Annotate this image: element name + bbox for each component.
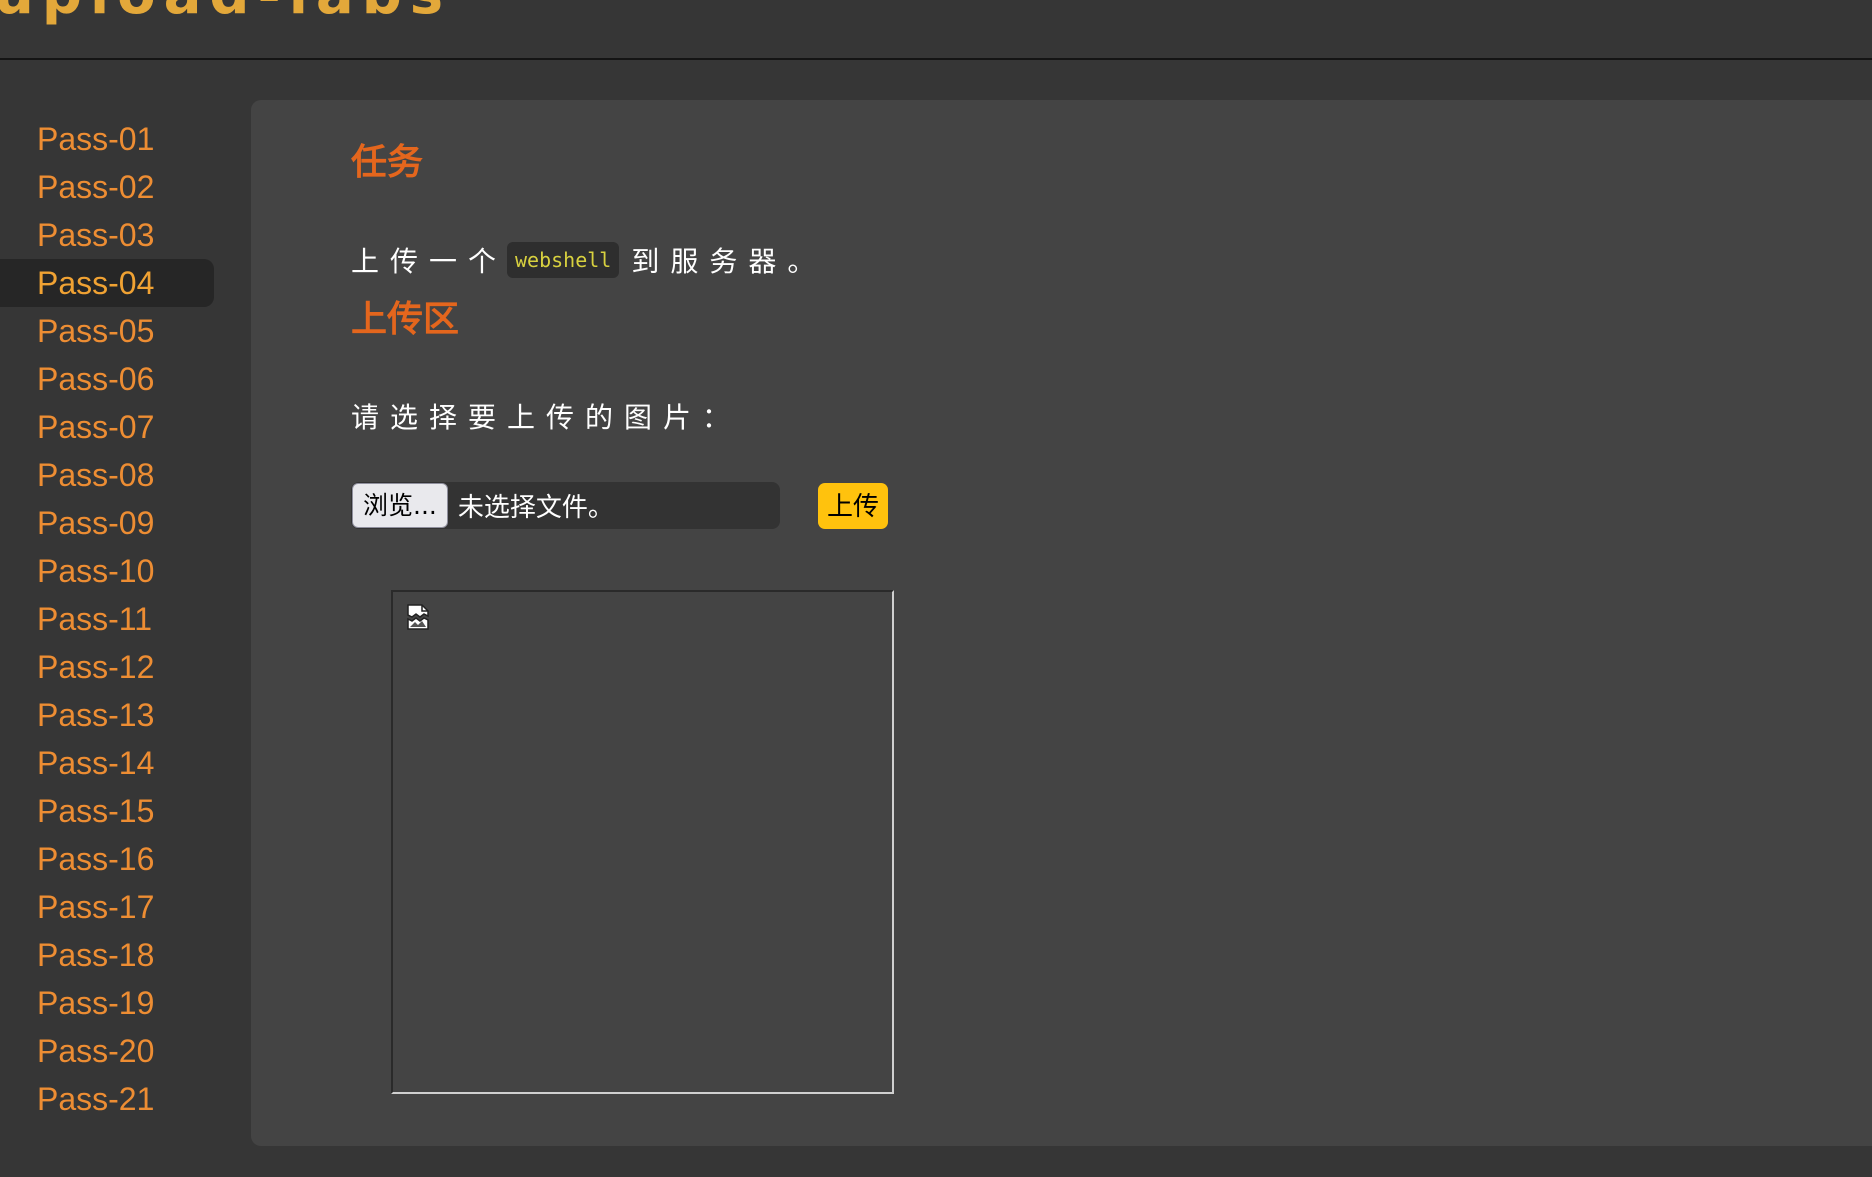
sidebar-item-pass-20[interactable]: Pass-20 — [0, 1027, 214, 1075]
image-preview — [391, 590, 894, 1094]
sidebar-item-pass-19[interactable]: Pass-19 — [0, 979, 214, 1027]
broken-image-icon — [407, 604, 429, 630]
upload-button[interactable]: 上传 — [818, 483, 888, 529]
sidebar-item-pass-17[interactable]: Pass-17 — [0, 883, 214, 931]
task-text-prefix: 上传一个 — [351, 245, 508, 278]
sidebar-item-pass-08[interactable]: Pass-08 — [0, 451, 214, 499]
select-image-label: 请选择要上传的图片： — [351, 401, 742, 434]
sidebar-item-pass-05[interactable]: Pass-05 — [0, 307, 214, 355]
webshell-code: webshell — [507, 242, 620, 278]
sidebar-item-pass-01[interactable]: Pass-01 — [0, 115, 214, 163]
sidebar-item-pass-11[interactable]: Pass-11 — [0, 595, 214, 643]
task-heading: 任务 — [351, 142, 424, 183]
sidebar-item-pass-14[interactable]: Pass-14 — [0, 739, 214, 787]
site-title: upload-labs — [0, 0, 451, 30]
sidebar-item-pass-02[interactable]: Pass-02 — [0, 163, 214, 211]
sidebar-item-pass-18[interactable]: Pass-18 — [0, 931, 214, 979]
task-description: 上传一个 webshell 到服务器。 — [351, 238, 826, 282]
main-panel: 任务 上传一个 webshell 到服务器。 上传区 请选择要上传的图片： 浏览… — [251, 100, 1872, 1146]
upload-heading: 上传区 — [351, 299, 460, 340]
no-file-selected-text: 未选择文件。 — [457, 493, 614, 523]
sidebar-item-pass-21[interactable]: Pass-21 — [0, 1075, 214, 1123]
sidebar-nav: Pass-01 Pass-02 Pass-03 Pass-04 Pass-05 Pass-… — [0, 115, 214, 1123]
sidebar-item-pass-04[interactable]: Pass-04 — [0, 259, 214, 307]
sidebar-item-pass-09[interactable]: Pass-09 — [0, 499, 214, 547]
sidebar-item-pass-16[interactable]: Pass-16 — [0, 835, 214, 883]
sidebar-item-pass-15[interactable]: Pass-15 — [0, 787, 214, 835]
sidebar-item-pass-12[interactable]: Pass-12 — [0, 643, 214, 691]
task-text-suffix: 到服务器。 — [631, 245, 827, 278]
sidebar-item-pass-10[interactable]: Pass-10 — [0, 547, 214, 595]
sidebar-item-pass-07[interactable]: Pass-07 — [0, 403, 214, 451]
sidebar-item-pass-06[interactable]: Pass-06 — [0, 355, 214, 403]
sidebar-item-pass-03[interactable]: Pass-03 — [0, 211, 214, 259]
file-input[interactable]: 浏览... 未选择文件。 — [351, 482, 780, 529]
sidebar-item-pass-13[interactable]: Pass-13 — [0, 691, 214, 739]
browse-button[interactable]: 浏览... — [352, 483, 448, 528]
header-bar: upload-labs — [0, 0, 1872, 60]
